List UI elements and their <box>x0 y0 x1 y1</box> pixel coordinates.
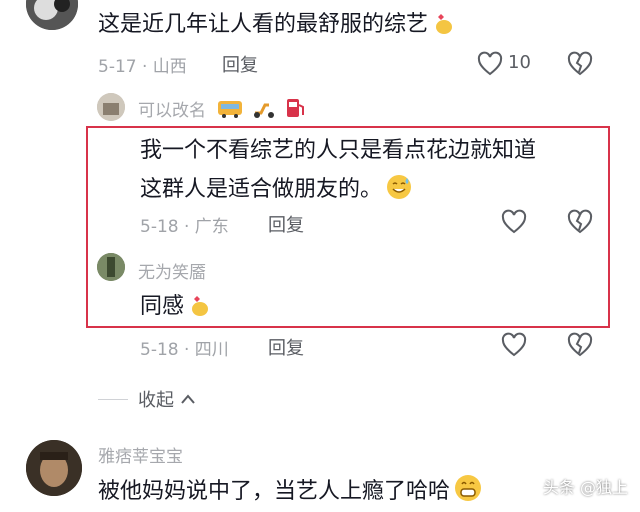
like-button[interactable] <box>500 331 528 359</box>
like-button[interactable] <box>476 50 504 78</box>
collapse-replies[interactable]: 收起 <box>98 386 196 412</box>
username: 可以改名 <box>138 96 306 124</box>
like-button[interactable] <box>500 208 528 236</box>
dislike-button[interactable] <box>566 50 594 78</box>
comment-text: 这是近几年让人看的最舒服的综艺 <box>98 10 456 40</box>
dislike-button[interactable] <box>566 331 594 359</box>
reply-text: 我一个不看综艺的人只是看点花边就知道 这群人是适合做朋友的。 <box>140 138 537 202</box>
divider <box>98 398 128 400</box>
broken-heart-icon <box>567 51 593 76</box>
sweat-smile-emoji <box>386 174 412 199</box>
username: 雅痞莘宝宝 <box>98 447 183 467</box>
grin-emoji <box>454 474 482 502</box>
fuel-pump-icon <box>284 97 306 124</box>
avatar[interactable] <box>97 93 125 121</box>
comment-text: 被他妈妈说中了，当艺人上瘾了哈哈 <box>98 474 482 507</box>
avatar-image <box>26 440 82 496</box>
avatar-image <box>26 0 78 30</box>
avatar[interactable] <box>26 0 78 30</box>
reply-date-location: 5-18 · 四川 <box>140 340 229 360</box>
watermark: 头条 @独上 <box>542 478 628 497</box>
chevron-up-icon <box>180 390 196 409</box>
reply-button[interactable]: 回复 <box>268 211 304 237</box>
like-count: 10 <box>508 52 531 73</box>
avatar-image <box>97 253 125 281</box>
avatar-image <box>97 93 125 121</box>
reply-button[interactable]: 回复 <box>222 51 258 77</box>
heart-icon <box>501 209 527 234</box>
broken-heart-icon <box>567 332 593 357</box>
heart-icon <box>501 332 527 357</box>
reply-button[interactable]: 回复 <box>268 334 304 360</box>
hands-heart-emoji <box>188 293 212 317</box>
broken-heart-icon <box>567 209 593 234</box>
hands-heart-emoji <box>432 11 456 35</box>
avatar[interactable] <box>97 253 125 281</box>
comment-date-location: 5-17 · 山西 <box>98 57 187 77</box>
reply-text: 同感 <box>140 292 212 322</box>
username: 无为笑靥 <box>138 263 206 283</box>
scooter-icon <box>251 99 277 124</box>
avatar[interactable] <box>26 440 82 496</box>
bus-icon <box>217 99 243 124</box>
heart-icon <box>477 51 503 76</box>
dislike-button[interactable] <box>566 208 594 236</box>
reply-date-location: 5-18 · 广东 <box>140 217 229 237</box>
